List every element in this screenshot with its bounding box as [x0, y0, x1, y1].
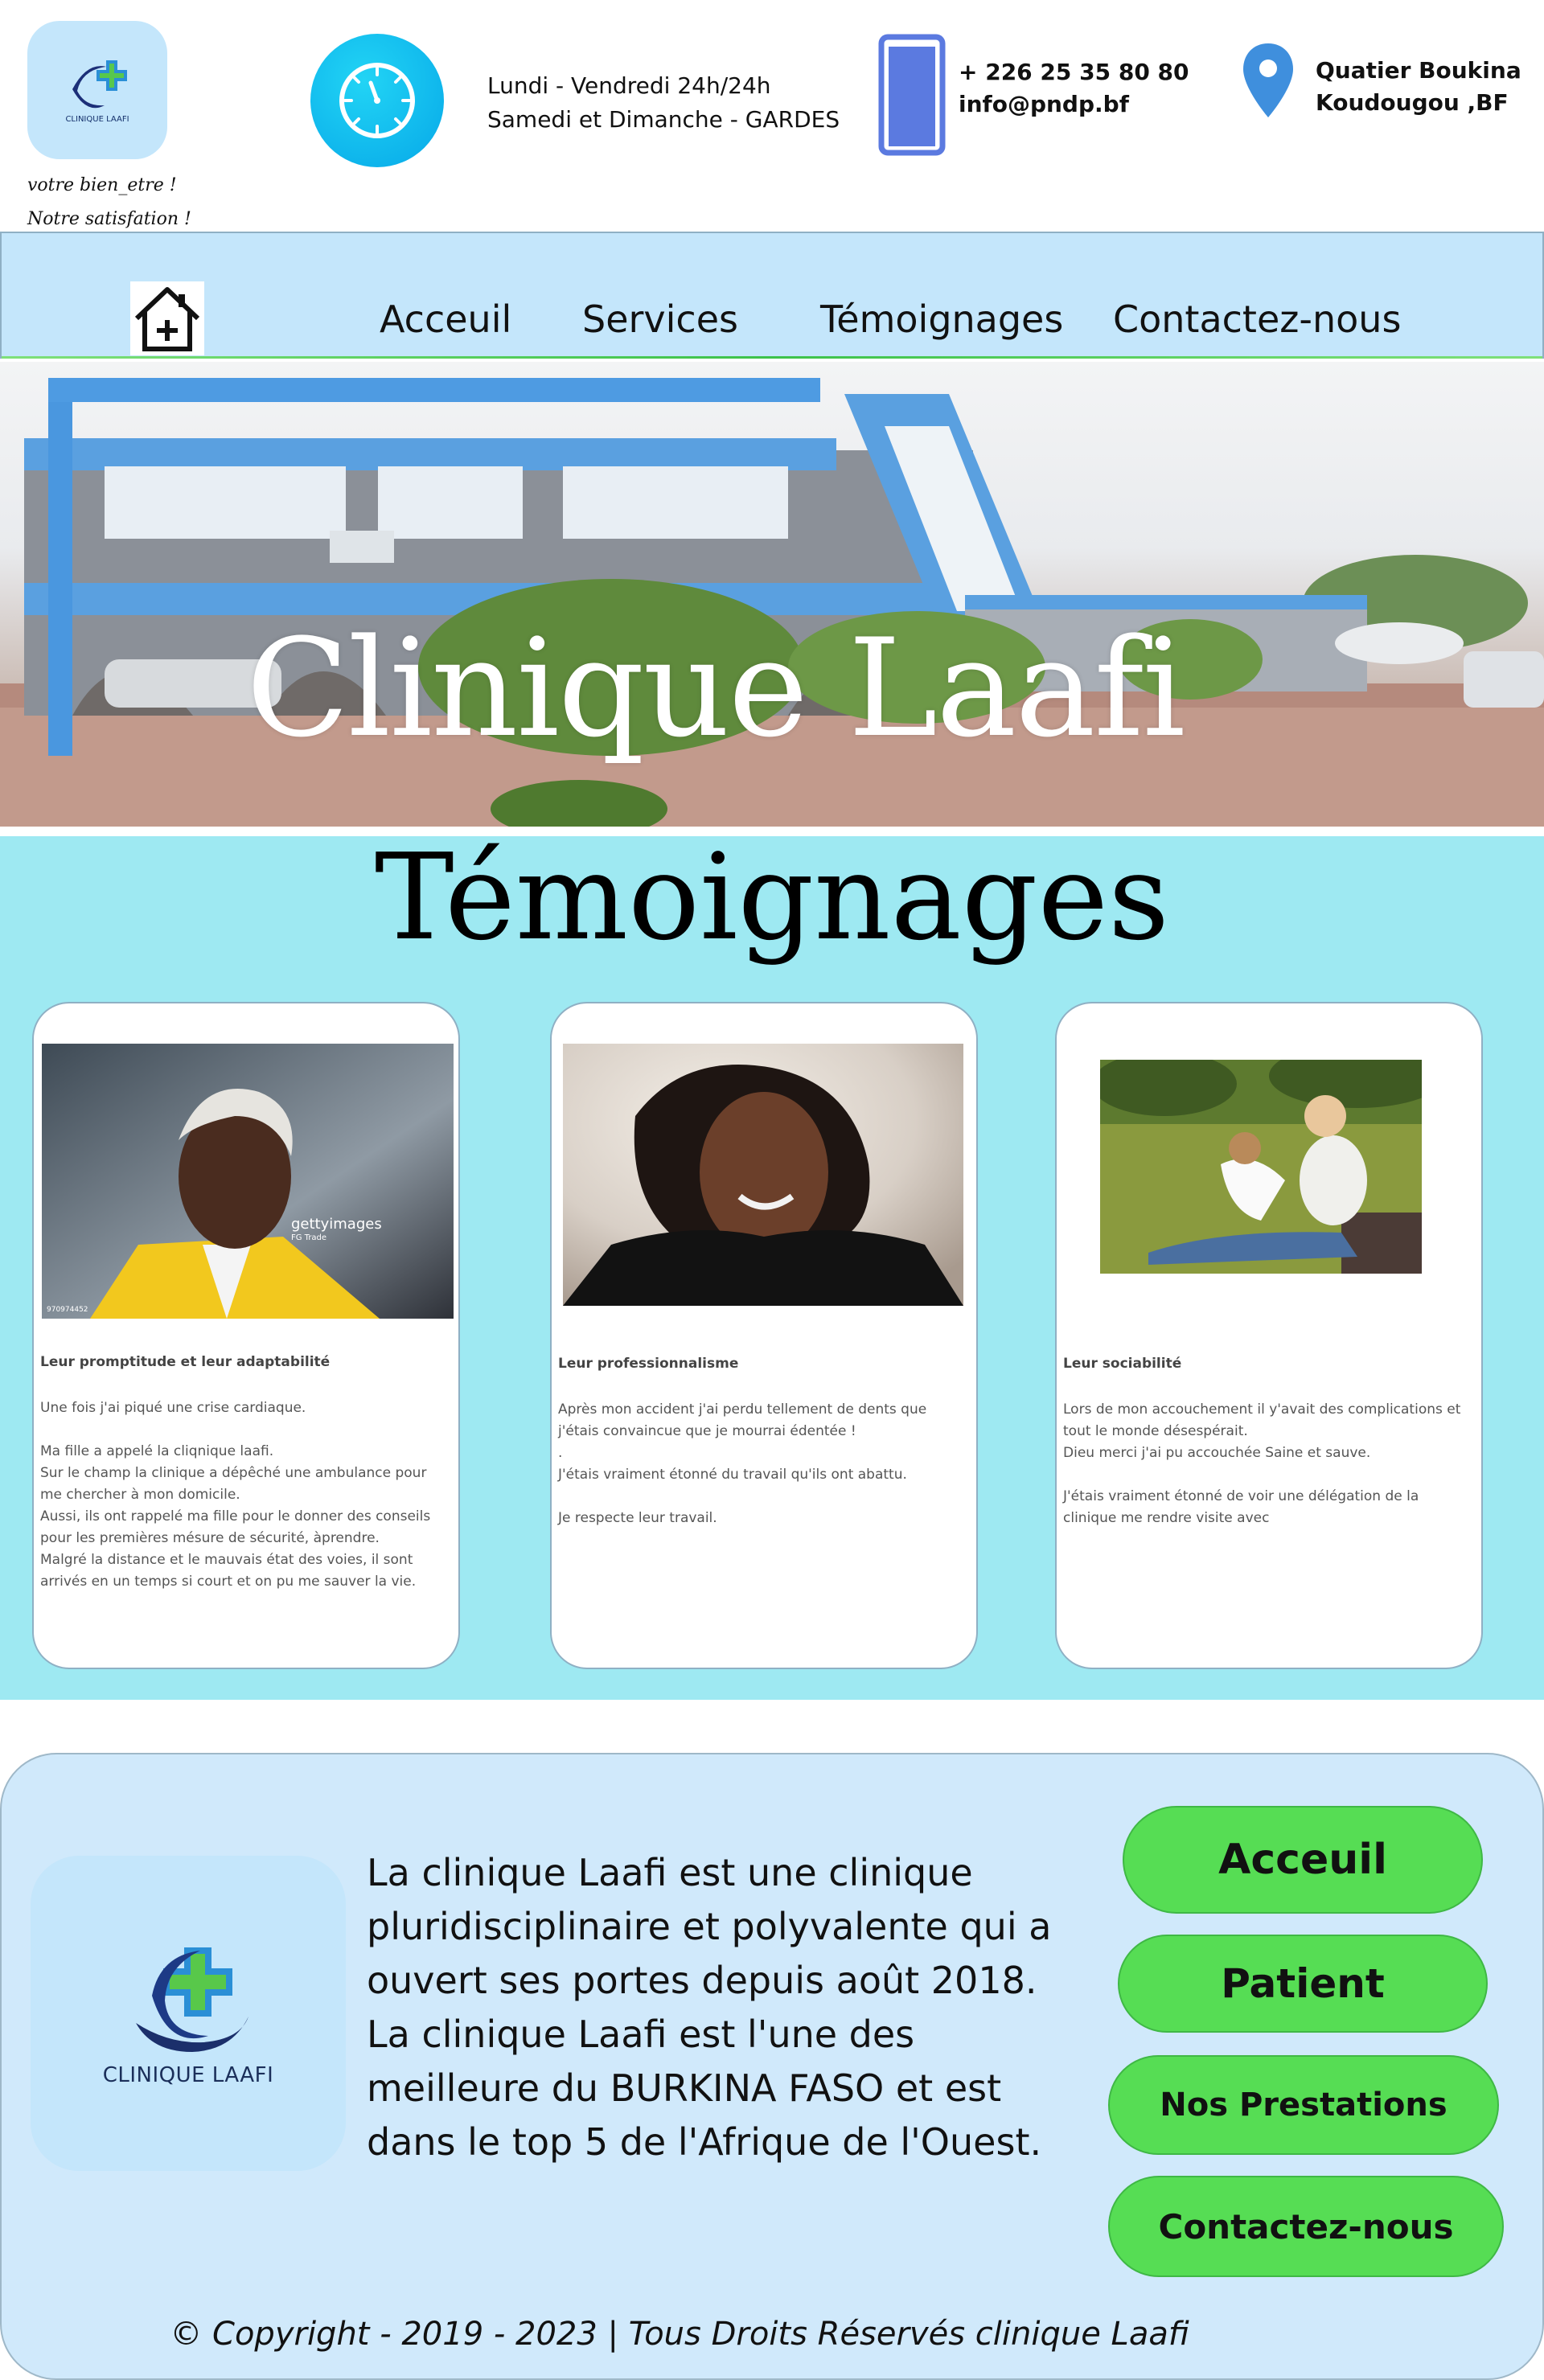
navbar-underline: [2, 356, 1542, 359]
slogan-line-1: votre bien_etre !: [27, 175, 177, 195]
opening-hours: Lundi - Vendredi 24h/24h Samedi et Diman…: [487, 69, 840, 137]
footer-acceuil-button[interactable]: Acceuil: [1123, 1806, 1483, 1914]
address-line-2: Koudougou ,BF: [1316, 89, 1509, 116]
footer-logo-label: CLINIQUE LAAFI: [102, 2063, 274, 2087]
elderly-man-photo: [42, 1044, 454, 1319]
header-logo[interactable]: CLINIQUE LAAFI: [27, 21, 167, 159]
smiling-woman-photo: [563, 1044, 963, 1306]
testimonial-body-1: Une fois j'ai piqué une crise cardiaque.…: [40, 1397, 447, 1615]
hours-weekend: Samedi et Dimanche - GARDES: [487, 106, 840, 133]
testimonial-title-1: Leur promptitude et leur adaptabilité: [40, 1354, 331, 1370]
nav-temoignages[interactable]: Témoignages: [820, 298, 1063, 341]
mother-daughter-photo: [1100, 1060, 1422, 1274]
main-navbar: Acceuil Services Témoignages Contactez-n…: [0, 232, 1544, 359]
clinic-logo-icon: [136, 1947, 248, 2052]
testimonial-photo-1: gettyimages FG Trade 970974452: [42, 1044, 454, 1319]
testimonial-paragraph: Une fois j'ai piqué une crise cardiaque.: [40, 1400, 306, 1416]
testimonials-title: Témoignages: [374, 828, 1170, 966]
footer-description: La clinique Laafi est une clinique pluri…: [367, 1851, 1052, 2164]
address-line-1: Quatier Boukina: [1316, 57, 1521, 84]
clock-icon: [339, 63, 415, 138]
nav-services[interactable]: Services: [582, 298, 738, 341]
clock-badge: [310, 34, 444, 167]
testimonial-card-1: gettyimages FG Trade 970974452 Leur prom…: [32, 1002, 460, 1669]
testimonial-photo-3: [1100, 1060, 1422, 1274]
testimonial-paragraph: Après mon accident j'ai perdu tellement …: [558, 1401, 927, 1483]
testimonial-title-2: Leur professionnalisme: [558, 1356, 739, 1372]
testimonial-body-2: Après mon accident j'ai perdu tellement …: [558, 1399, 965, 1551]
slogan: votre bien_etre ! Notre satisfation !: [27, 169, 191, 236]
photo-credit: FG Trade: [291, 1233, 327, 1242]
testimonial-title-3: Leur sociabilité: [1063, 1356, 1182, 1372]
hero-title: Clinique Laafi: [246, 609, 1185, 767]
photo-id: 970974452: [47, 1306, 88, 1314]
home-button[interactable]: [130, 281, 204, 355]
testimonial-card-3: Leur sociabilité Lors de mon accouchemen…: [1055, 1002, 1483, 1669]
phone-icon: [878, 34, 946, 156]
nav-contactez-nous[interactable]: Contactez-nous: [1113, 298, 1401, 341]
photo-watermark: gettyimages: [291, 1216, 382, 1233]
email-address[interactable]: info@pndp.bf: [959, 88, 1189, 121]
clinic-logo-icon: [72, 60, 127, 108]
testimonial-paragraph: Lors de mon accouchement il y'avait des …: [1063, 1401, 1461, 1461]
testimonial-body-3: Lors de mon accouchement il y'avait des …: [1063, 1399, 1470, 1551]
contact-info: + 226 25 35 80 80 info@pndp.bf: [959, 56, 1189, 121]
phone-number[interactable]: + 226 25 35 80 80: [959, 56, 1189, 88]
footer-logo[interactable]: CLINIQUE LAAFI: [31, 1856, 346, 2171]
footer-prestations-button[interactable]: Nos Prestations: [1108, 2055, 1499, 2155]
copyright: © Copyright - 2019 - 2023 | Tous Droits …: [170, 2316, 1189, 2353]
header-logo-label: CLINIQUE LAAFI: [65, 114, 129, 124]
testimonial-photo-2: [563, 1044, 963, 1306]
footer-contact-button[interactable]: Contactez-nous: [1108, 2176, 1504, 2277]
testimonial-card-2: Leur professionnalisme Après mon acciden…: [550, 1002, 978, 1669]
hero-banner: Clinique Laafi: [0, 362, 1544, 827]
nav-acceuil[interactable]: Acceuil: [380, 298, 511, 341]
home-icon: [134, 287, 200, 351]
location-pin-icon: [1243, 43, 1293, 117]
address: Quatier Boukina Koudougou ,BF: [1316, 55, 1521, 119]
testimonial-paragraph: J'étais vraiment étonné de voir une délé…: [1063, 1488, 1419, 1526]
testimonial-paragraph: Je respecte leur travail.: [558, 1510, 717, 1526]
footer-patient-button[interactable]: Patient: [1118, 1935, 1488, 2033]
testimonial-paragraph: Ma fille a appelé la cliqnique laafi. Su…: [40, 1443, 431, 1590]
hours-weekdays: Lundi - Vendredi 24h/24h: [487, 72, 771, 99]
